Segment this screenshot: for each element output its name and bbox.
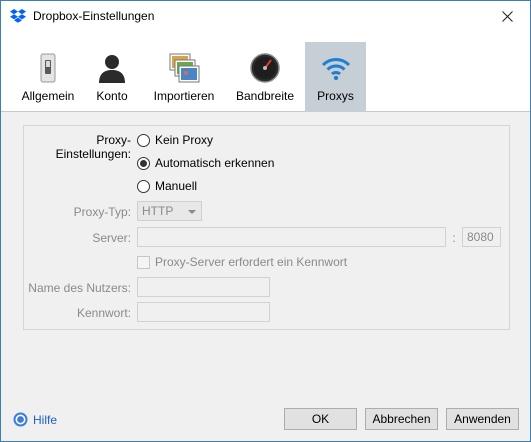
tab-importieren[interactable]: Importieren	[151, 42, 217, 112]
help-icon	[13, 412, 28, 427]
checkbox-box	[137, 255, 150, 269]
title-bar: Dropbox-Einstellungen	[1, 1, 530, 31]
photos-icon	[169, 53, 200, 83]
tab-label: Konto	[96, 89, 128, 103]
radio-circle	[137, 179, 150, 193]
server-label: Server:	[92, 231, 131, 245]
close-button[interactable]	[485, 1, 530, 31]
tab-label: Allgemein	[21, 89, 75, 103]
username-input[interactable]	[137, 277, 270, 297]
tab-label: Importieren	[153, 89, 215, 103]
wifi-icon	[321, 58, 350, 81]
radio-circle	[137, 156, 150, 170]
settings-window: Dropbox-Einstellungen Allgemein Konto Im…	[0, 0, 531, 442]
radio-automatisch-erkennen[interactable]: Automatisch erkennen	[137, 156, 274, 170]
password-input[interactable]	[137, 302, 270, 322]
radio-label: Manuell	[155, 179, 198, 193]
help-link[interactable]: Hilfe	[13, 412, 57, 427]
username-label: Name des Nutzers:	[28, 281, 131, 295]
dropbox-icon	[10, 9, 26, 23]
auth-checkbox-label: Proxy-Server erfordert ein Kennwort	[155, 255, 348, 269]
ok-button[interactable]: OK	[284, 408, 357, 430]
tab-bandbreite[interactable]: Bandbreite	[234, 42, 296, 112]
switch-icon	[40, 53, 56, 83]
proxy-settings-label: Proxy-Einstellungen:	[55, 133, 131, 161]
cancel-button[interactable]: Abbrechen	[365, 408, 438, 430]
tab-label: Bandbreite	[235, 89, 295, 103]
chevron-down-icon	[188, 210, 196, 214]
preferences-toolbar: Allgemein Konto Importieren Bandbreite P…	[1, 31, 530, 112]
port-input[interactable]: 8080	[462, 227, 501, 247]
tab-allgemein[interactable]: Allgemein	[19, 42, 77, 112]
apply-button[interactable]: Anwenden	[446, 408, 519, 430]
tab-konto[interactable]: Konto	[87, 42, 137, 112]
password-label: Kennwort:	[76, 306, 131, 320]
gauge-icon	[250, 53, 280, 83]
radio-label: Automatisch erkennen	[155, 156, 275, 170]
close-icon	[502, 10, 513, 22]
user-icon	[99, 55, 125, 83]
radio-manuell[interactable]: Manuell	[137, 179, 197, 193]
proxy-type-value: HTTP	[142, 204, 174, 218]
server-input[interactable]	[137, 227, 446, 247]
tab-label: Proxys	[317, 89, 354, 103]
radio-circle	[137, 133, 150, 147]
proxy-type-select[interactable]: HTTP	[137, 201, 202, 221]
tab-proxys[interactable]: Proxys	[305, 42, 366, 112]
help-label: Hilfe	[33, 412, 58, 427]
radio-kein-proxy[interactable]: Kein Proxy	[137, 133, 213, 147]
auth-checkbox[interactable]: Proxy-Server erfordert ein Kennwort	[137, 255, 347, 269]
proxy-type-label: Proxy-Typ:	[73, 205, 131, 219]
radio-label: Kein Proxy	[155, 133, 214, 147]
port-separator: :	[452, 231, 456, 245]
window-title: Dropbox-Einstellungen	[33, 9, 155, 23]
